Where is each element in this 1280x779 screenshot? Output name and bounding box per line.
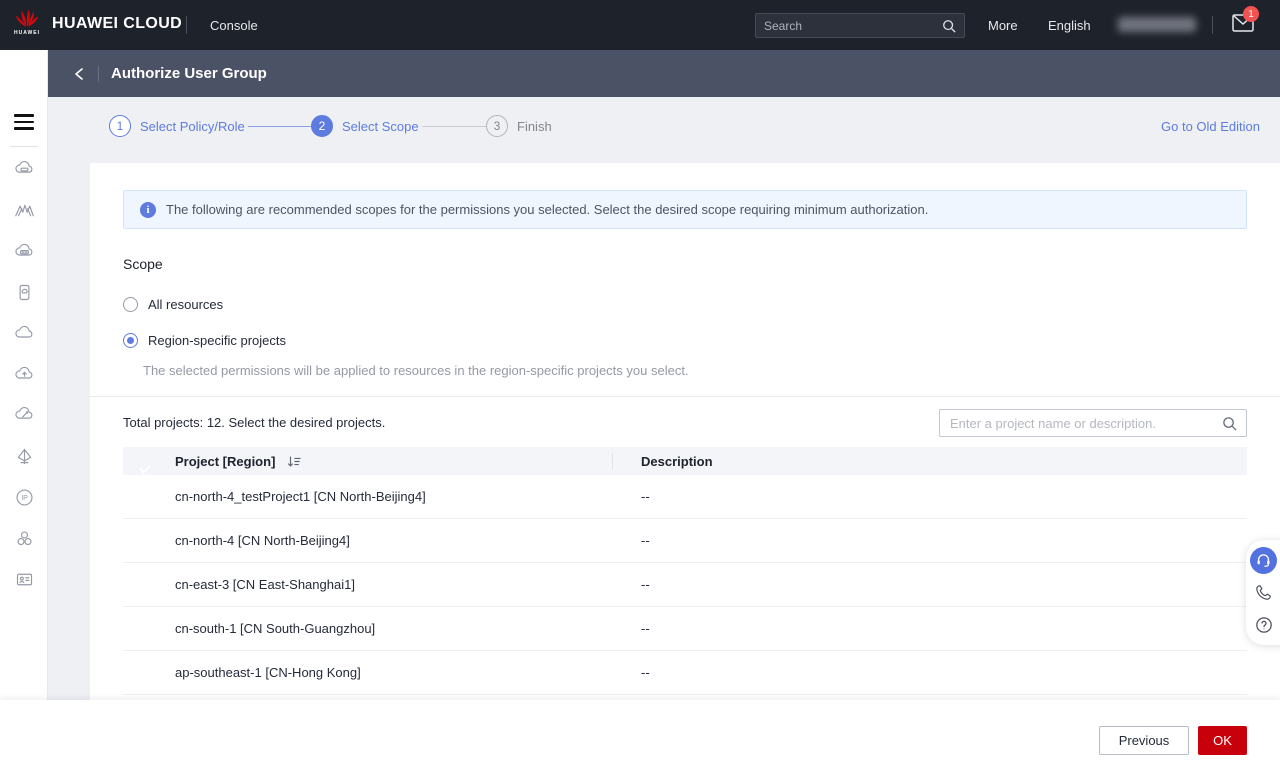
divider xyxy=(98,66,99,82)
table-row[interactable]: cn-north-4 [CN North-Beijing4] -- xyxy=(123,519,1247,563)
info-icon: i xyxy=(140,202,156,218)
cloud-icon[interactable] xyxy=(14,323,35,344)
huawei-logo-icon[interactable]: HUAWEI xyxy=(10,7,44,43)
previous-button[interactable]: Previous xyxy=(1099,726,1189,755)
bare-metal-server-icon[interactable] xyxy=(14,241,35,262)
search-icon[interactable] xyxy=(1222,416,1237,431)
column-header-project: Project [Region] xyxy=(175,454,275,469)
radio-region-specific-projects[interactable]: Region-specific projects xyxy=(123,333,286,348)
wizard-stepper: 1 Select Policy/Role 2 Select Scope 3 Fi… xyxy=(48,97,1280,163)
support-headset-icon[interactable] xyxy=(1250,547,1277,574)
select-scope-panel: i The following are recommended scopes f… xyxy=(90,163,1280,700)
radio-circle-selected[interactable] xyxy=(123,333,138,348)
dli-prism-icon[interactable] xyxy=(14,446,35,467)
cloud-backup-icon[interactable] xyxy=(14,364,35,385)
column-divider xyxy=(612,453,613,469)
top-navigation-bar: HUAWEI HUAWEI CLOUD Console More English… xyxy=(0,0,1280,50)
projects-summary: Total projects: 12. Select the desired p… xyxy=(123,415,385,430)
help-question-icon[interactable] xyxy=(1250,611,1277,638)
project-name: cn-east-3 [CN East-Shanghai1] xyxy=(175,577,627,592)
brand-name: HUAWEI CLOUD xyxy=(52,15,182,33)
search-icon[interactable] xyxy=(942,19,956,33)
ecs-cloud-server-icon[interactable] xyxy=(14,159,35,180)
step-connector xyxy=(422,126,486,127)
page-title: Authorize User Group xyxy=(111,65,267,82)
project-search-input[interactable] xyxy=(940,416,1222,431)
divider xyxy=(10,146,38,147)
auto-scaling-icon[interactable] xyxy=(14,200,35,221)
console-link[interactable]: Console xyxy=(210,18,258,33)
go-to-old-edition-link[interactable]: Go to Old Edition xyxy=(1161,119,1260,134)
table-row[interactable]: cn-east-3 [CN East-Shanghai1] -- xyxy=(123,563,1247,607)
help-floating-panel xyxy=(1246,540,1280,645)
cloud-phone-icon[interactable] xyxy=(14,282,35,303)
project-search-box[interactable] xyxy=(939,409,1247,437)
page-title-bar: Authorize User Group xyxy=(48,50,1280,97)
huawei-cloud-console: HUAWEI HUAWEI CLOUD Console More English… xyxy=(0,0,1280,779)
step-3-label: Finish xyxy=(517,119,552,134)
project-name: cn-south-1 [CN South-Guangzhou] xyxy=(175,621,627,636)
recommendation-banner: i The following are recommended scopes f… xyxy=(123,190,1247,229)
radio-circle-unselected[interactable] xyxy=(123,297,138,312)
scope-heading: Scope xyxy=(123,256,163,272)
id-card-icon[interactable] xyxy=(14,569,35,590)
cloud-migration-icon[interactable] xyxy=(14,405,35,426)
action-footer: Previous OK xyxy=(0,700,1280,779)
back-icon[interactable] xyxy=(72,66,88,82)
column-header-description: Description xyxy=(641,454,713,469)
phone-contact-icon[interactable] xyxy=(1250,579,1277,606)
banner-text: The following are recommended scopes for… xyxy=(166,202,928,217)
radio-all-resources[interactable]: All resources xyxy=(123,297,223,312)
step-2-label: Select Scope xyxy=(342,119,419,134)
eip-icon[interactable]: IP xyxy=(14,487,35,508)
step-1-circle: 1 xyxy=(109,115,131,137)
divider xyxy=(90,396,1280,397)
close-icon[interactable] xyxy=(1214,202,1230,218)
table-header-row: Project [Region] Description xyxy=(123,447,1247,475)
divider xyxy=(186,16,187,34)
menu-hamburger-icon[interactable] xyxy=(14,114,34,130)
global-search-box[interactable] xyxy=(755,13,965,38)
projects-table: Project [Region] Description cn-north-4_… xyxy=(123,447,1247,695)
project-description: -- xyxy=(641,577,650,592)
step-3-circle: 3 xyxy=(486,115,508,137)
table-row[interactable]: cn-south-1 [CN South-Guangzhou] -- xyxy=(123,607,1247,651)
sort-icon[interactable] xyxy=(287,455,301,468)
notification-badge[interactable]: 1 xyxy=(1243,6,1259,22)
project-name: cn-north-4 [CN North-Beijing4] xyxy=(175,533,627,548)
svg-text:IP: IP xyxy=(21,495,28,502)
cluster-icon[interactable] xyxy=(14,528,35,549)
project-description: -- xyxy=(641,621,650,636)
project-description: -- xyxy=(641,665,650,680)
scope-helper-text: The selected permissions will be applied… xyxy=(143,363,689,378)
project-description: -- xyxy=(641,533,650,548)
global-search-input[interactable] xyxy=(756,19,942,33)
table-row[interactable]: cn-north-4_testProject1 [CN North-Beijin… xyxy=(123,475,1247,519)
service-sidebar: IP xyxy=(0,50,48,700)
step-1-label: Select Policy/Role xyxy=(140,119,245,134)
project-description: -- xyxy=(641,489,650,504)
step-connector xyxy=(248,126,312,127)
more-menu[interactable]: More xyxy=(988,18,1018,33)
ok-button[interactable]: OK xyxy=(1198,726,1247,755)
step-2-circle: 2 xyxy=(311,115,333,137)
language-selector[interactable]: English xyxy=(1048,18,1091,33)
user-account-blurred[interactable] xyxy=(1118,17,1196,32)
project-name: ap-southeast-1 [CN-Hong Kong] xyxy=(175,665,627,680)
project-name: cn-north-4_testProject1 [CN North-Beijin… xyxy=(175,489,627,504)
divider xyxy=(1212,16,1213,34)
table-row[interactable]: ap-southeast-1 [CN-Hong Kong] -- xyxy=(123,651,1247,695)
